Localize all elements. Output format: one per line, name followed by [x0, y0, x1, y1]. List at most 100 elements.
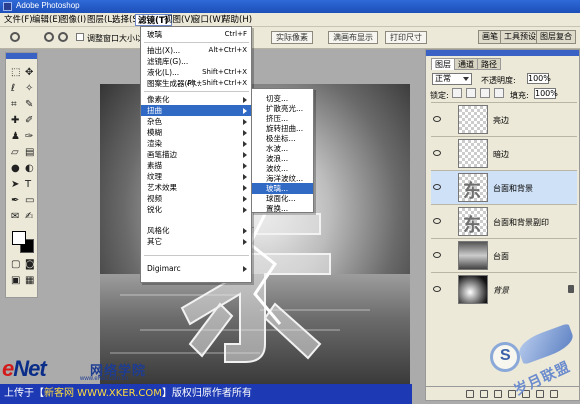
extract-label: 抽出(X)... — [147, 46, 181, 55]
lock-position-icon[interactable] — [480, 88, 490, 98]
type-tool-icon[interactable]: T — [24, 179, 36, 191]
submenu-video[interactable]: 视频 — [141, 193, 251, 204]
link-layers-icon[interactable] — [466, 390, 474, 398]
submenu-distort[interactable]: 扭曲 — [141, 105, 251, 116]
lock-label: 锁定: — [430, 91, 449, 100]
notes-tool-icon[interactable]: ✉ — [10, 211, 22, 223]
layer-row[interactable]: 台面 — [431, 238, 577, 272]
toolbox-grip[interactable] — [6, 53, 37, 59]
upload-footer: 上传于【新客网 WWW.XKER.COM】版权归原作者所有 — [0, 384, 412, 404]
menu-help[interactable]: 帮助(H) — [220, 14, 254, 26]
zoom-in-icon[interactable] — [44, 32, 54, 42]
submenu-other[interactable]: 其它 — [141, 236, 251, 247]
distort-item-displace[interactable]: 置换... — [252, 203, 313, 213]
slice-tool-icon[interactable]: ✎ — [24, 99, 36, 111]
submenu-arrow-icon — [243, 108, 247, 114]
footer-prefix: 上传于【 — [4, 388, 44, 399]
lasso-tool-icon[interactable]: ℓ — [10, 83, 22, 95]
submenu-pixelate[interactable]: 像素化 — [141, 94, 251, 105]
healing-brush-icon[interactable]: ✚ — [10, 115, 22, 127]
visibility-eye-icon[interactable] — [433, 116, 441, 122]
shape-tool-icon[interactable]: ▭ — [24, 195, 36, 207]
visibility-eye-icon[interactable] — [433, 286, 441, 292]
eraser-tool-icon[interactable]: ▱ — [10, 147, 22, 159]
enet-logo: eNet — [2, 356, 47, 381]
lock-image-icon[interactable] — [466, 88, 476, 98]
visibility-eye-icon[interactable] — [433, 252, 441, 258]
layer-row[interactable]: 暗边 — [431, 136, 577, 170]
layer-name: 暗边 — [493, 150, 509, 159]
visibility-eye-icon[interactable] — [433, 150, 441, 156]
path-selection-icon[interactable]: ➤ — [10, 179, 22, 191]
clone-stamp-icon[interactable]: ♟ — [10, 131, 22, 143]
resize-window-checkbox[interactable] — [76, 33, 84, 41]
history-brush-icon[interactable]: ✑ — [24, 131, 36, 143]
tab-brushes[interactable]: 画笔 — [478, 30, 502, 44]
screen-mode-icon[interactable]: ▣ — [10, 275, 22, 287]
layer-row[interactable]: 亮边 — [431, 102, 577, 136]
marquee-tool-icon[interactable]: ⬚ — [10, 67, 22, 79]
submenu-blur[interactable]: 模糊 — [141, 127, 251, 138]
layer-row[interactable]: 东 台面和背景副印 — [431, 204, 577, 238]
imageready-icon[interactable]: ▦ — [24, 275, 36, 287]
quick-mask-icon[interactable]: ◙ — [24, 259, 36, 271]
liquify-label: 液化(L)... — [147, 68, 180, 77]
move-tool-icon[interactable]: ✥ — [24, 67, 36, 79]
submenu-sharpen[interactable]: 锐化 — [141, 204, 251, 215]
submenu-noise[interactable]: 杂色 — [141, 116, 251, 127]
submenu-arrow-icon — [243, 185, 247, 191]
submenu-texture[interactable]: 纹理 — [141, 171, 251, 182]
magic-wand-tool-icon[interactable]: ✧ — [24, 83, 36, 95]
lock-all-icon[interactable] — [494, 88, 504, 98]
menu-image[interactable]: 图像(I) — [58, 14, 88, 26]
brush-tool-icon[interactable]: ✐ — [24, 115, 36, 127]
submenu-artistic[interactable]: 艺术效果 — [141, 182, 251, 193]
submenu-brush-strokes[interactable]: 画笔描边 — [141, 149, 251, 160]
submenu-sketch[interactable]: 素描 — [141, 160, 251, 171]
tab-channels[interactable]: 通道 — [454, 58, 478, 70]
pixelate-label: 像素化 — [147, 95, 170, 104]
submenu-stylize[interactable]: 风格化 — [141, 225, 251, 236]
submenu-arrow-icon — [243, 196, 247, 202]
menu-item-pattern-maker[interactable]: 图案生成器(P)... Alt+Shift+Ctrl+X — [141, 78, 251, 89]
opacity-label: 不透明度: — [481, 76, 516, 85]
eyedropper-tool-icon[interactable]: ✍ — [24, 211, 36, 223]
visibility-eye-icon[interactable] — [433, 218, 441, 224]
dodge-tool-icon[interactable]: ◐ — [24, 163, 36, 175]
layer-thumbnail — [458, 139, 488, 168]
blur-tool-icon[interactable]: ● — [10, 163, 22, 175]
menu-item-last-filter[interactable]: 玻璃 Ctrl+F — [141, 29, 251, 40]
layer-row-selected[interactable]: 东 台面和背景 — [431, 170, 577, 204]
menu-item-extract[interactable]: 抽出(X)... Alt+Ctrl+X — [141, 45, 251, 56]
tab-tool-presets[interactable]: 工具预设 — [500, 30, 540, 44]
menu-item-filter-gallery[interactable]: 滤镜库(G)... — [141, 56, 251, 67]
foreground-color-swatch[interactable] — [12, 231, 26, 245]
blend-mode-select[interactable]: 正常 — [432, 73, 472, 85]
lock-transparency-icon[interactable] — [452, 88, 462, 98]
print-size-button[interactable]: 打印尺寸 — [385, 31, 427, 44]
gradient-tool-icon[interactable]: ▤ — [24, 147, 36, 159]
zoom-tool-icon[interactable] — [10, 32, 20, 42]
submenu-render[interactable]: 渲染 — [141, 138, 251, 149]
layers-palette-grip[interactable] — [426, 50, 579, 56]
menu-item-liquify[interactable]: 液化(L)... Shift+Ctrl+X — [141, 67, 251, 78]
tab-paths[interactable]: 路径 — [477, 58, 501, 70]
actual-pixels-button[interactable]: 实际像素 — [271, 31, 313, 44]
standard-mode-icon[interactable]: ▢ — [10, 259, 22, 271]
opacity-input[interactable]: 100% — [527, 73, 551, 84]
photoshop-app-icon — [3, 2, 12, 11]
crop-tool-icon[interactable]: ⌗ — [10, 99, 22, 111]
stamp-circle: S — [490, 342, 520, 372]
visibility-eye-icon[interactable] — [433, 184, 441, 190]
tab-layers[interactable]: 图层 — [431, 58, 455, 70]
filter-gallery-label: 滤镜库(G)... — [147, 57, 189, 66]
submenu-digimarc[interactable]: Digimarc — [141, 263, 251, 274]
layer-row[interactable]: 背景 — [431, 272, 577, 306]
zoom-out-icon[interactable] — [58, 32, 68, 42]
layer-thumbnail — [458, 241, 488, 270]
fit-screen-button[interactable]: 满画布显示 — [328, 31, 378, 44]
tab-layer-comps[interactable]: 图层复合 — [536, 30, 576, 44]
pen-tool-icon[interactable]: ✒ — [10, 195, 22, 207]
layer-thumbnail: 东 — [458, 207, 488, 236]
fill-input[interactable]: 100% — [534, 88, 558, 99]
